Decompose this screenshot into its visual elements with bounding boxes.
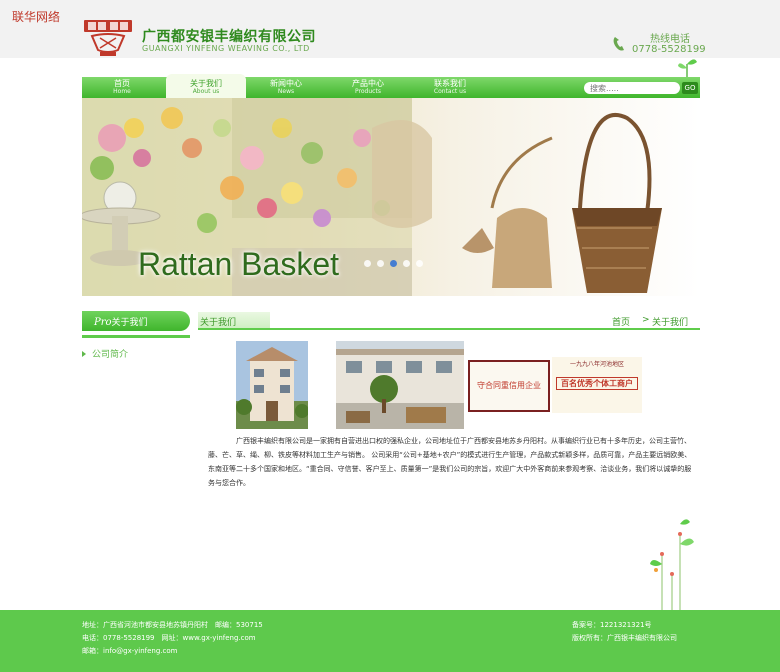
sidebar-heading: Pro关于我们 [82, 311, 190, 331]
slide-dot-active[interactable] [390, 260, 397, 267]
hotline-number: 0778-5528199 [632, 44, 706, 55]
sprout-decoration [650, 519, 694, 610]
sidebar-divider [82, 335, 190, 338]
slide-dot[interactable] [403, 260, 410, 267]
slide-dot[interactable] [364, 260, 371, 267]
nav-item-home[interactable]: 首页 Home [82, 79, 162, 95]
slide-dots [364, 260, 429, 270]
factory-photo [336, 341, 464, 429]
certificate-sign-year: 一九九八年河池地区 [569, 361, 624, 368]
certificate-sign-title: 百名优秀个体工商户 [556, 377, 638, 390]
footer-address: 地址：广西省河池市都安县地苏镇丹阳村 邮编：530715 [82, 621, 263, 629]
nav-item-news[interactable]: 新闻中心 News [246, 79, 326, 95]
nav-label-cn: 联系我们 [434, 79, 466, 88]
company-intro-text: 广西银丰编织有限公司是一家拥有自营进出口权的强私企业，公司地址位于广西都安县地苏… [208, 437, 692, 487]
nav-label-cn: 首页 [114, 79, 130, 88]
nav-label-en: Products [355, 88, 381, 95]
certificate-sign: 一九九八年河池地区 百名优秀个体工商户 [552, 357, 642, 413]
main-nav: 首页 Home 关于我们 About us 新闻中心 News 产品中心 Pro… [82, 74, 700, 98]
phone-icon [613, 37, 624, 51]
sidebar-title: 关于我们 [111, 318, 148, 328]
nav-item-contact[interactable]: 联系我们 Contact us [410, 79, 490, 95]
breadcrumb-home[interactable]: 首页 [612, 315, 630, 328]
banner-title: Rattan Basket [138, 246, 339, 282]
footer-phone-website: 电话：0778-5528199 网址：www.gx-yinfeng.com [82, 634, 256, 642]
company-name-en: GUANGXI YINFENG WEAVING CO., LTD [142, 44, 310, 53]
nav-label-cn: 新闻中心 [270, 79, 302, 88]
slide-dot[interactable] [416, 260, 423, 267]
hero-banner: Rattan Basket [82, 98, 700, 296]
company-name-cn: 广西都安银丰编织有限公司 [142, 29, 316, 45]
search-input[interactable] [584, 82, 680, 94]
breadcrumb-current[interactable]: 关于我们 [652, 315, 688, 328]
site-tag: 联华网络 [12, 10, 61, 24]
sidebar-item-company-profile[interactable]: 公司简介 [82, 347, 128, 360]
search-button[interactable]: GO [682, 82, 698, 94]
nav-item-products[interactable]: 产品中心 Products [328, 79, 408, 95]
building-photo [236, 341, 308, 429]
nav-label-cn: 关于我们 [190, 79, 222, 88]
footer-icp: 备案号：1221321321号 [572, 621, 652, 629]
nav-label-en: News [277, 88, 295, 95]
sidebar-script: Pro [94, 317, 112, 328]
nav-label-en: Home [113, 88, 131, 95]
hotline-label: 热线电话 [650, 34, 690, 45]
certificate-plaque: 守合同重信用企业 [468, 360, 550, 412]
footer: 地址：广西省河池市都安县地苏镇丹阳村 邮编：530715 电话：0778-552… [0, 610, 780, 672]
footer-email: 邮箱：info@gx-yinfeng.com [82, 647, 178, 655]
nav-item-about[interactable]: 关于我们 About us [166, 74, 246, 98]
footer-copyright: 版权所有：广西银丰编织有限公司 [572, 634, 677, 642]
content-divider [198, 328, 700, 330]
nav-label-cn: 产品中心 [352, 79, 384, 88]
slide-dot[interactable] [377, 260, 384, 267]
breadcrumb-separator: > [642, 315, 650, 325]
nav-label-en: About us [192, 88, 220, 95]
nav-label-en: Contact us [433, 88, 467, 95]
logo-emblem [84, 20, 132, 56]
